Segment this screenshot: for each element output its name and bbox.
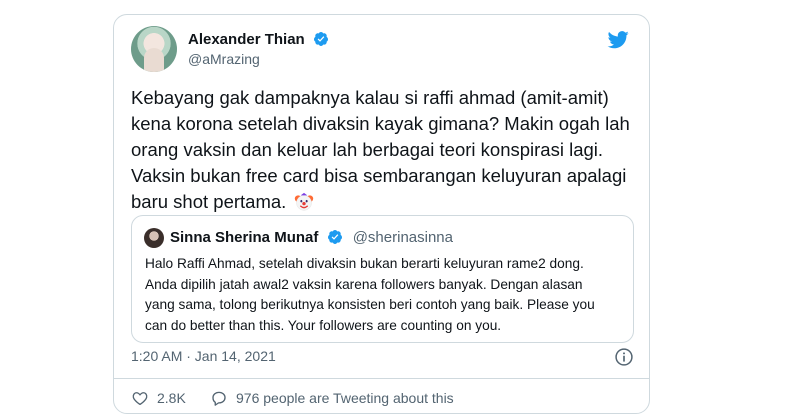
- quoted-line: Anda dipilih jatah awal2 vaksin karena f…: [145, 276, 583, 292]
- like-button[interactable]: 2.8K: [131, 389, 186, 407]
- quoted-author-name[interactable]: Sinna Sherina Munaf: [170, 229, 318, 246]
- info-icon[interactable]: [614, 347, 634, 367]
- author-handle[interactable]: @aMrazing: [188, 51, 260, 67]
- tweet-card: Alexander Thian @aMrazing Kebayang gak d…: [113, 14, 650, 414]
- verified-badge-icon: [313, 32, 328, 46]
- author-name-text[interactable]: Alexander Thian: [188, 31, 305, 48]
- quoted-author-avatar[interactable]: [144, 228, 164, 248]
- conversation-text: 976 people are Tweeting about this: [236, 390, 454, 406]
- quoted-line: yang sama, tolong berikutnya konsisten b…: [145, 297, 595, 312]
- tweet-line: kena korona setelah divaksin kayak giman…: [131, 113, 630, 134]
- twitter-bird-icon[interactable]: [605, 29, 631, 51]
- quoted-text: Halo Raffi Ahmad, setelah divaksin bukan…: [145, 254, 620, 336]
- conversation-button[interactable]: 976 people are Tweeting about this: [210, 389, 454, 407]
- quoted-tweet[interactable]: Sinna Sherina Munaf @sherinasinna Halo R…: [131, 215, 634, 343]
- author-name[interactable]: Alexander Thian: [188, 31, 329, 48]
- author-avatar[interactable]: [131, 26, 177, 72]
- tweet-line: Vaksin bukan free card bisa sembarangan …: [131, 165, 627, 186]
- verified-badge-icon: [327, 230, 342, 244]
- quoted-author-handle[interactable]: @sherinasinna: [353, 229, 453, 246]
- heart-icon: [132, 392, 148, 406]
- reply-bubble-icon: [212, 391, 226, 406]
- clown-face-emoji-icon: [295, 192, 314, 211]
- tweet-line: baru shot pertama.: [131, 191, 287, 212]
- tweet-timestamp[interactable]: 1:20 AM · Jan 14, 2021: [131, 348, 276, 364]
- quoted-author[interactable]: Sinna Sherina Munaf @sherinasinna: [170, 229, 453, 246]
- like-count: 2.8K: [157, 390, 186, 406]
- quoted-line: can do better than this. Your followers …: [145, 317, 502, 333]
- quoted-line: Halo Raffi Ahmad, setelah divaksin bukan…: [145, 256, 584, 271]
- tweet-text: Kebayang gak dampaknya kalau si raffi ah…: [131, 85, 636, 215]
- tweet-line: Kebayang gak dampaknya kalau si raffi ah…: [131, 87, 609, 108]
- tweet-line: orang vaksin dan keluar lah berbagai teo…: [131, 139, 604, 160]
- divider: [114, 378, 649, 379]
